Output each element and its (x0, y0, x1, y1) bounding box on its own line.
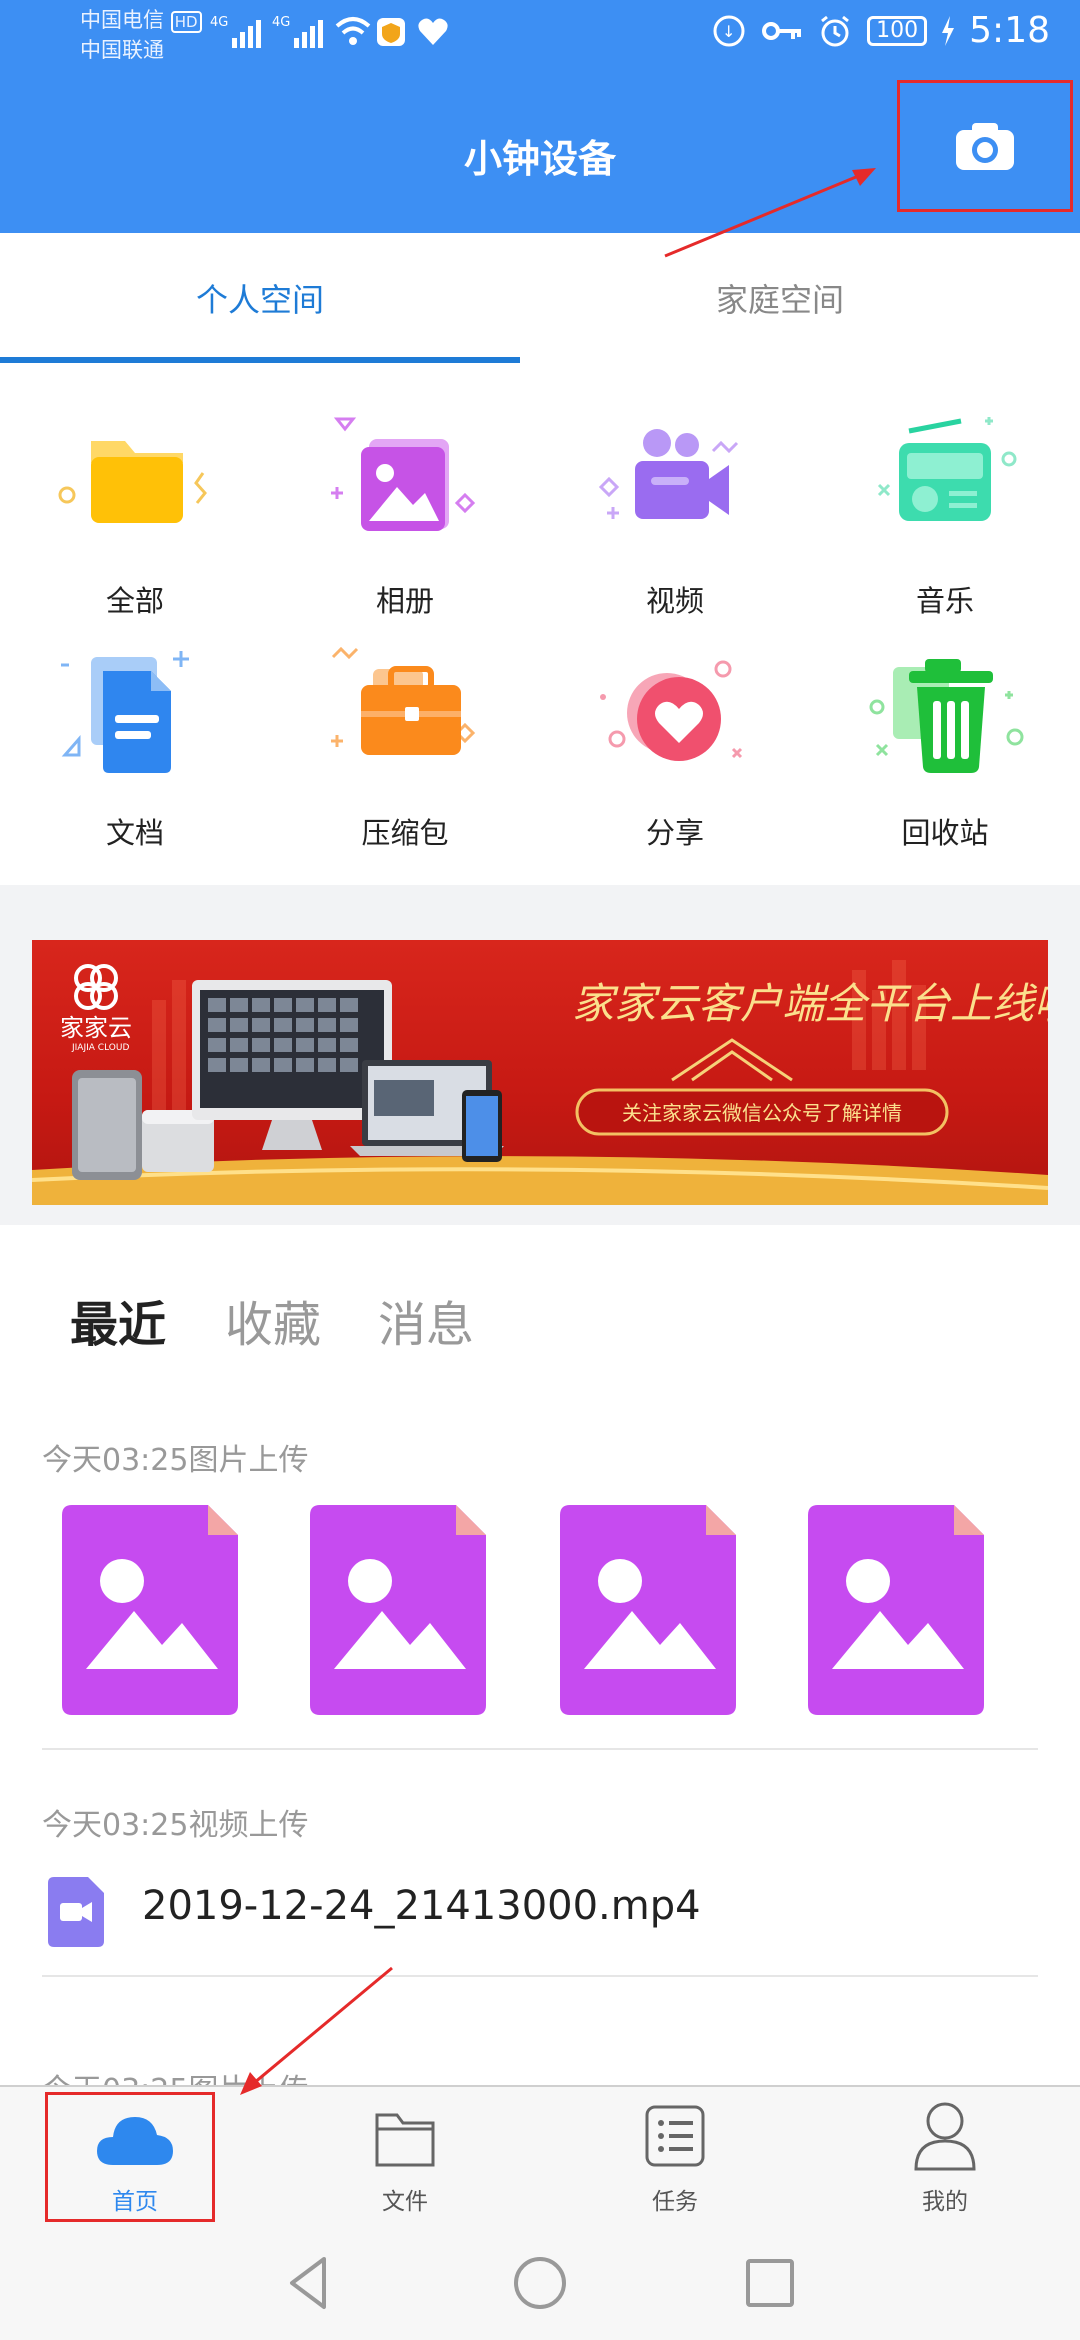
category-documents[interactable]: 文档 (0, 625, 270, 855)
signal-icon: 4G (210, 15, 261, 48)
carrier-info: 中国电信 HD 中国联通 (80, 6, 202, 64)
tab-recent[interactable]: 最近 (70, 1285, 166, 1355)
document-icon (61, 651, 189, 773)
image-thumbnail[interactable] (808, 1505, 984, 1715)
carrier-2: 中国联通 (80, 38, 164, 62)
nav-tasks[interactable]: 任务 (590, 2087, 760, 2217)
app-header: 小钟设备 (0, 70, 1080, 233)
charging-icon (942, 15, 955, 46)
shield-app-icon (377, 18, 405, 46)
category-video[interactable]: 视频 (540, 393, 810, 623)
bottom-navigation: 首页 文件 任务 我的 (0, 2085, 1080, 2225)
category-music[interactable]: 音乐 (810, 393, 1080, 623)
system-navigation (0, 2225, 1080, 2340)
image-thumbnail[interactable] (560, 1505, 736, 1715)
video-icon (598, 429, 739, 519)
alarm-icon (821, 15, 850, 46)
clock: 5:18 (969, 10, 1050, 51)
promo-banner[interactable]: 家家云 JIAJIA CLOUD 家家云客户端全平台上线啦 关注家家云微信公众号… (32, 940, 1048, 1205)
nav-files[interactable]: 文件 (320, 2087, 490, 2217)
heart-icon (600, 660, 743, 761)
category-label: 相册 (375, 584, 434, 618)
banner-headline: 家家云客户端全平台上线啦 (572, 979, 1048, 1028)
nav-me[interactable]: 我的 (860, 2087, 1030, 2217)
divider (42, 1748, 1038, 1750)
tab-favorites[interactable]: 收藏 (225, 1285, 321, 1355)
network-2-label: 4G (272, 15, 290, 30)
camera-button[interactable] (897, 80, 1073, 212)
category-grid: 全部 相册 视频 音乐 文档 压缩包 分享 回收站 (0, 363, 1080, 885)
back-icon[interactable] (280, 2253, 340, 2313)
hd-badge: HD (170, 11, 202, 33)
divider (42, 1975, 1038, 1977)
recent-panel: 最近 收藏 消息 今天03:25图片上传 今天03:25视频上传 2019-12… (0, 1225, 1080, 2108)
category-share[interactable]: 分享 (540, 625, 810, 855)
task-list-icon (645, 2105, 705, 2167)
network-1-label: 4G (210, 15, 228, 30)
video-file-row[interactable]: 2019-12-24_21413000.mp4 (42, 1865, 1038, 1965)
briefcase-icon (331, 646, 476, 755)
category-all[interactable]: 全部 (0, 393, 270, 623)
annotation-box-home (45, 2092, 215, 2222)
video-file-icon (48, 1877, 104, 1947)
nav-label: 我的 (922, 2189, 968, 2215)
space-tabs: 个人空间 家庭空间 (0, 233, 1080, 363)
group-label-video: 今天03:25视频上传 (42, 1808, 309, 1843)
folder-outline-icon (375, 2113, 435, 2167)
nav-label: 文件 (382, 2189, 428, 2215)
group-label-images: 今天03:25图片上传 (42, 1443, 309, 1478)
category-album[interactable]: 相册 (270, 393, 540, 623)
category-label: 压缩包 (361, 816, 449, 850)
status-right: ↓ 100 5:18 (711, 10, 1050, 51)
status-bar: 中国电信 HD 中国联通 4G 4G ↓ 100 5:18 (0, 0, 1080, 70)
category-label: 音乐 (915, 584, 974, 618)
category-label: 视频 (645, 584, 704, 618)
image-thumbnail[interactable] (310, 1505, 486, 1715)
jiajia-cloud-logo: 家家云 JIAJIA CLOUD (60, 964, 132, 1053)
svg-text:↓: ↓ (722, 22, 735, 41)
folder-icon (58, 441, 207, 523)
category-archives[interactable]: 压缩包 (270, 625, 540, 855)
category-label: 文档 (105, 816, 164, 850)
carrier-1: 中国电信 (80, 8, 164, 32)
health-icon (418, 18, 448, 45)
category-label: 分享 (645, 816, 704, 850)
recents-icon[interactable] (740, 2253, 800, 2313)
camera-icon[interactable] (954, 120, 1016, 172)
nav-label: 任务 (652, 2189, 698, 2215)
radio-icon (877, 417, 1017, 521)
phone-device (462, 1090, 502, 1162)
image-thumbnail[interactable] (62, 1505, 238, 1715)
person-icon (914, 2102, 976, 2171)
category-label: 全部 (105, 584, 164, 618)
tab-family-space[interactable]: 家庭空间 (520, 233, 1040, 363)
key-icon (762, 21, 802, 40)
banner-graphic: 家家云 JIAJIA CLOUD 家家云客户端全平台上线啦 关注家家云微信公众号… (32, 960, 1048, 1205)
tab-personal-space[interactable]: 个人空间 (0, 233, 520, 363)
trash-icon (869, 659, 1024, 773)
battery-indicator: 100 (867, 15, 928, 46)
tab-messages[interactable]: 消息 (378, 1285, 474, 1355)
svg-text:JIAJIA CLOUD: JIAJIA CLOUD (71, 1043, 129, 1053)
signal-icon-2: 4G (272, 15, 323, 48)
data-saver-icon: ↓ (713, 15, 745, 46)
file-name[interactable]: 2019-12-24_21413000.mp4 (142, 1883, 701, 1929)
svg-text:家家云: 家家云 (60, 1014, 132, 1042)
wifi-icon (335, 17, 371, 45)
album-icon (331, 417, 476, 531)
app-screen: 中国电信 HD 中国联通 4G 4G ↓ 100 5:18 小钟设备 个人空间 … (0, 0, 1080, 2340)
category-label: 回收站 (901, 816, 989, 850)
banner-cta-text: 关注家家云微信公众号了解详情 (622, 1101, 902, 1125)
home-circle-icon[interactable] (510, 2253, 570, 2313)
category-recycle-bin[interactable]: 回收站 (810, 625, 1080, 855)
